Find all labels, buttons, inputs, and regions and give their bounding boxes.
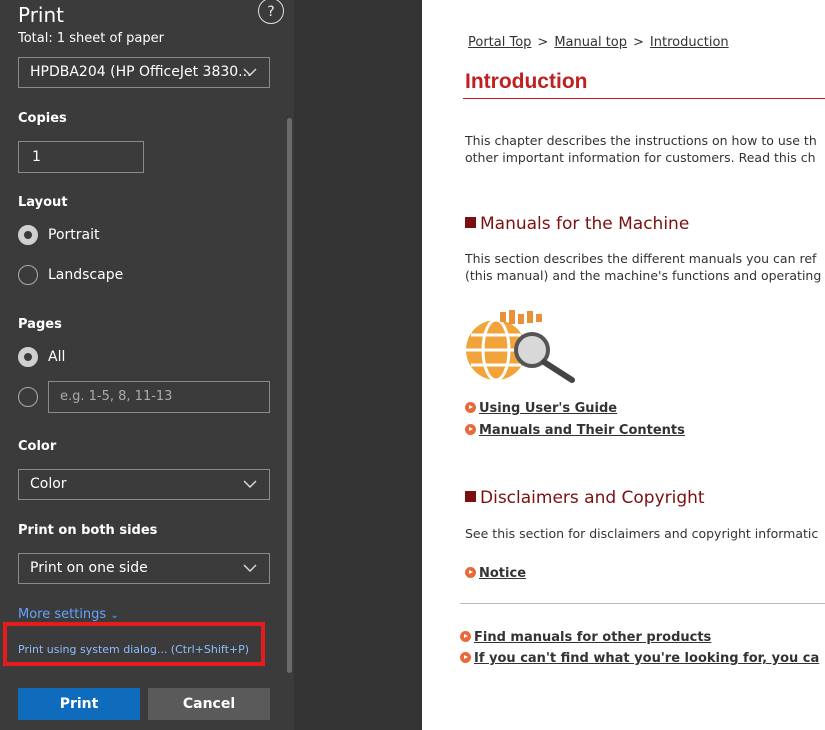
- breadcrumb-manual-top[interactable]: Manual top: [554, 35, 627, 50]
- duplex-value: Print on one side: [30, 560, 148, 576]
- manuals-line-2: (this manual) and the machine's function…: [465, 268, 822, 283]
- link-manuals-and-contents[interactable]: Manuals and Their Contents: [465, 423, 685, 438]
- link-text: Using User's Guide: [479, 401, 618, 416]
- cancel-button[interactable]: Cancel: [148, 688, 270, 720]
- link-text: Find manuals for other products: [474, 630, 712, 645]
- section-heading-text: Manuals for the Machine: [480, 214, 690, 234]
- duplex-select[interactable]: Print on one side: [18, 553, 270, 584]
- link-notice[interactable]: Notice: [465, 566, 526, 581]
- print-panel: Print Total: 1 sheet of paper ? HPDBA204…: [0, 0, 294, 730]
- copies-label: Copies: [18, 111, 67, 126]
- color-select[interactable]: Color: [18, 469, 270, 500]
- link-text: If you can't find what you're looking fo…: [474, 651, 820, 666]
- layout-label: Layout: [18, 195, 68, 210]
- landscape-radio[interactable]: [18, 265, 38, 285]
- pages-range-input[interactable]: e.g. 1-5, 8, 11-13: [48, 381, 270, 413]
- link-text: Notice: [479, 566, 527, 581]
- link-using-users-guide[interactable]: Using User's Guide: [465, 401, 617, 416]
- square-bullet-icon: [465, 217, 476, 228]
- print-title: Print: [18, 3, 65, 27]
- chevron-down-icon: [243, 470, 257, 488]
- page-title: Introduction: [465, 70, 588, 93]
- section-heading-disclaimers: Disclaimers and Copyright: [465, 488, 705, 508]
- arrow-bullet-icon: [465, 567, 476, 578]
- printer-select[interactable]: HPDBA204 (HP OfficeJet 3830...: [18, 57, 270, 88]
- scrollbar-thumb[interactable]: [287, 118, 292, 673]
- breadcrumb-separator: >: [633, 35, 644, 50]
- preview-background: [294, 0, 422, 730]
- arrow-bullet-icon: [465, 402, 476, 413]
- sheet-count: Total: 1 sheet of paper: [18, 31, 164, 46]
- portrait-radio[interactable]: [18, 225, 38, 245]
- color-value: Color: [30, 476, 67, 492]
- pages-label: Pages: [18, 317, 62, 332]
- landscape-label[interactable]: Landscape: [48, 267, 123, 283]
- link-find-manuals[interactable]: Find manuals for other products: [460, 630, 711, 645]
- help-button[interactable]: ?: [258, 0, 284, 24]
- duplex-label: Print on both sides: [18, 523, 158, 538]
- intro-line-2: other important information for customer…: [465, 150, 816, 165]
- color-label: Color: [18, 439, 57, 454]
- divider: [460, 603, 825, 604]
- arrow-bullet-icon: [460, 652, 471, 663]
- link-text: Manuals and Their Contents: [479, 423, 685, 438]
- portrait-label[interactable]: Portrait: [48, 227, 99, 243]
- www-magnifier-icon: [466, 310, 575, 383]
- arrow-bullet-icon: [460, 631, 471, 642]
- print-button[interactable]: Print: [18, 688, 140, 720]
- more-settings-label: More settings: [18, 607, 107, 622]
- section-heading-manuals: Manuals for the Machine: [465, 214, 689, 234]
- intro-line-1: This chapter describes the instructions …: [465, 133, 817, 148]
- arrow-bullet-icon: [465, 424, 476, 435]
- breadcrumb-introduction[interactable]: Introduction: [650, 35, 729, 50]
- square-bullet-icon: [465, 491, 476, 502]
- chevron-down-icon: [243, 554, 257, 572]
- pages-range-radio[interactable]: [18, 387, 38, 407]
- pages-all-label[interactable]: All: [48, 349, 65, 365]
- chevron-down-icon: [243, 58, 257, 76]
- link-cant-find[interactable]: If you can't find what you're looking fo…: [460, 651, 819, 666]
- title-underline: [463, 98, 825, 99]
- section-heading-text: Disclaimers and Copyright: [480, 488, 705, 508]
- breadcrumb-portal-top[interactable]: Portal Top: [468, 35, 531, 50]
- breadcrumb-separator: >: [537, 35, 549, 50]
- highlight-box: [3, 622, 265, 666]
- disclaimers-line-1: See this section for disclaimers and cop…: [465, 526, 819, 541]
- copies-input[interactable]: 1: [18, 141, 144, 173]
- manuals-line-1: This section describes the different man…: [465, 251, 817, 266]
- pages-all-radio[interactable]: [18, 347, 38, 367]
- more-settings-link[interactable]: More settings ⌄: [18, 607, 119, 622]
- chevron-down-icon: ⌄: [110, 610, 119, 621]
- breadcrumb: Portal Top > Manual top > Introduction: [468, 35, 729, 50]
- print-preview-page: Portal Top > Manual top > Introduction Intro…: [422, 0, 825, 730]
- printer-value: HPDBA204 (HP OfficeJet 3830...: [30, 64, 252, 80]
